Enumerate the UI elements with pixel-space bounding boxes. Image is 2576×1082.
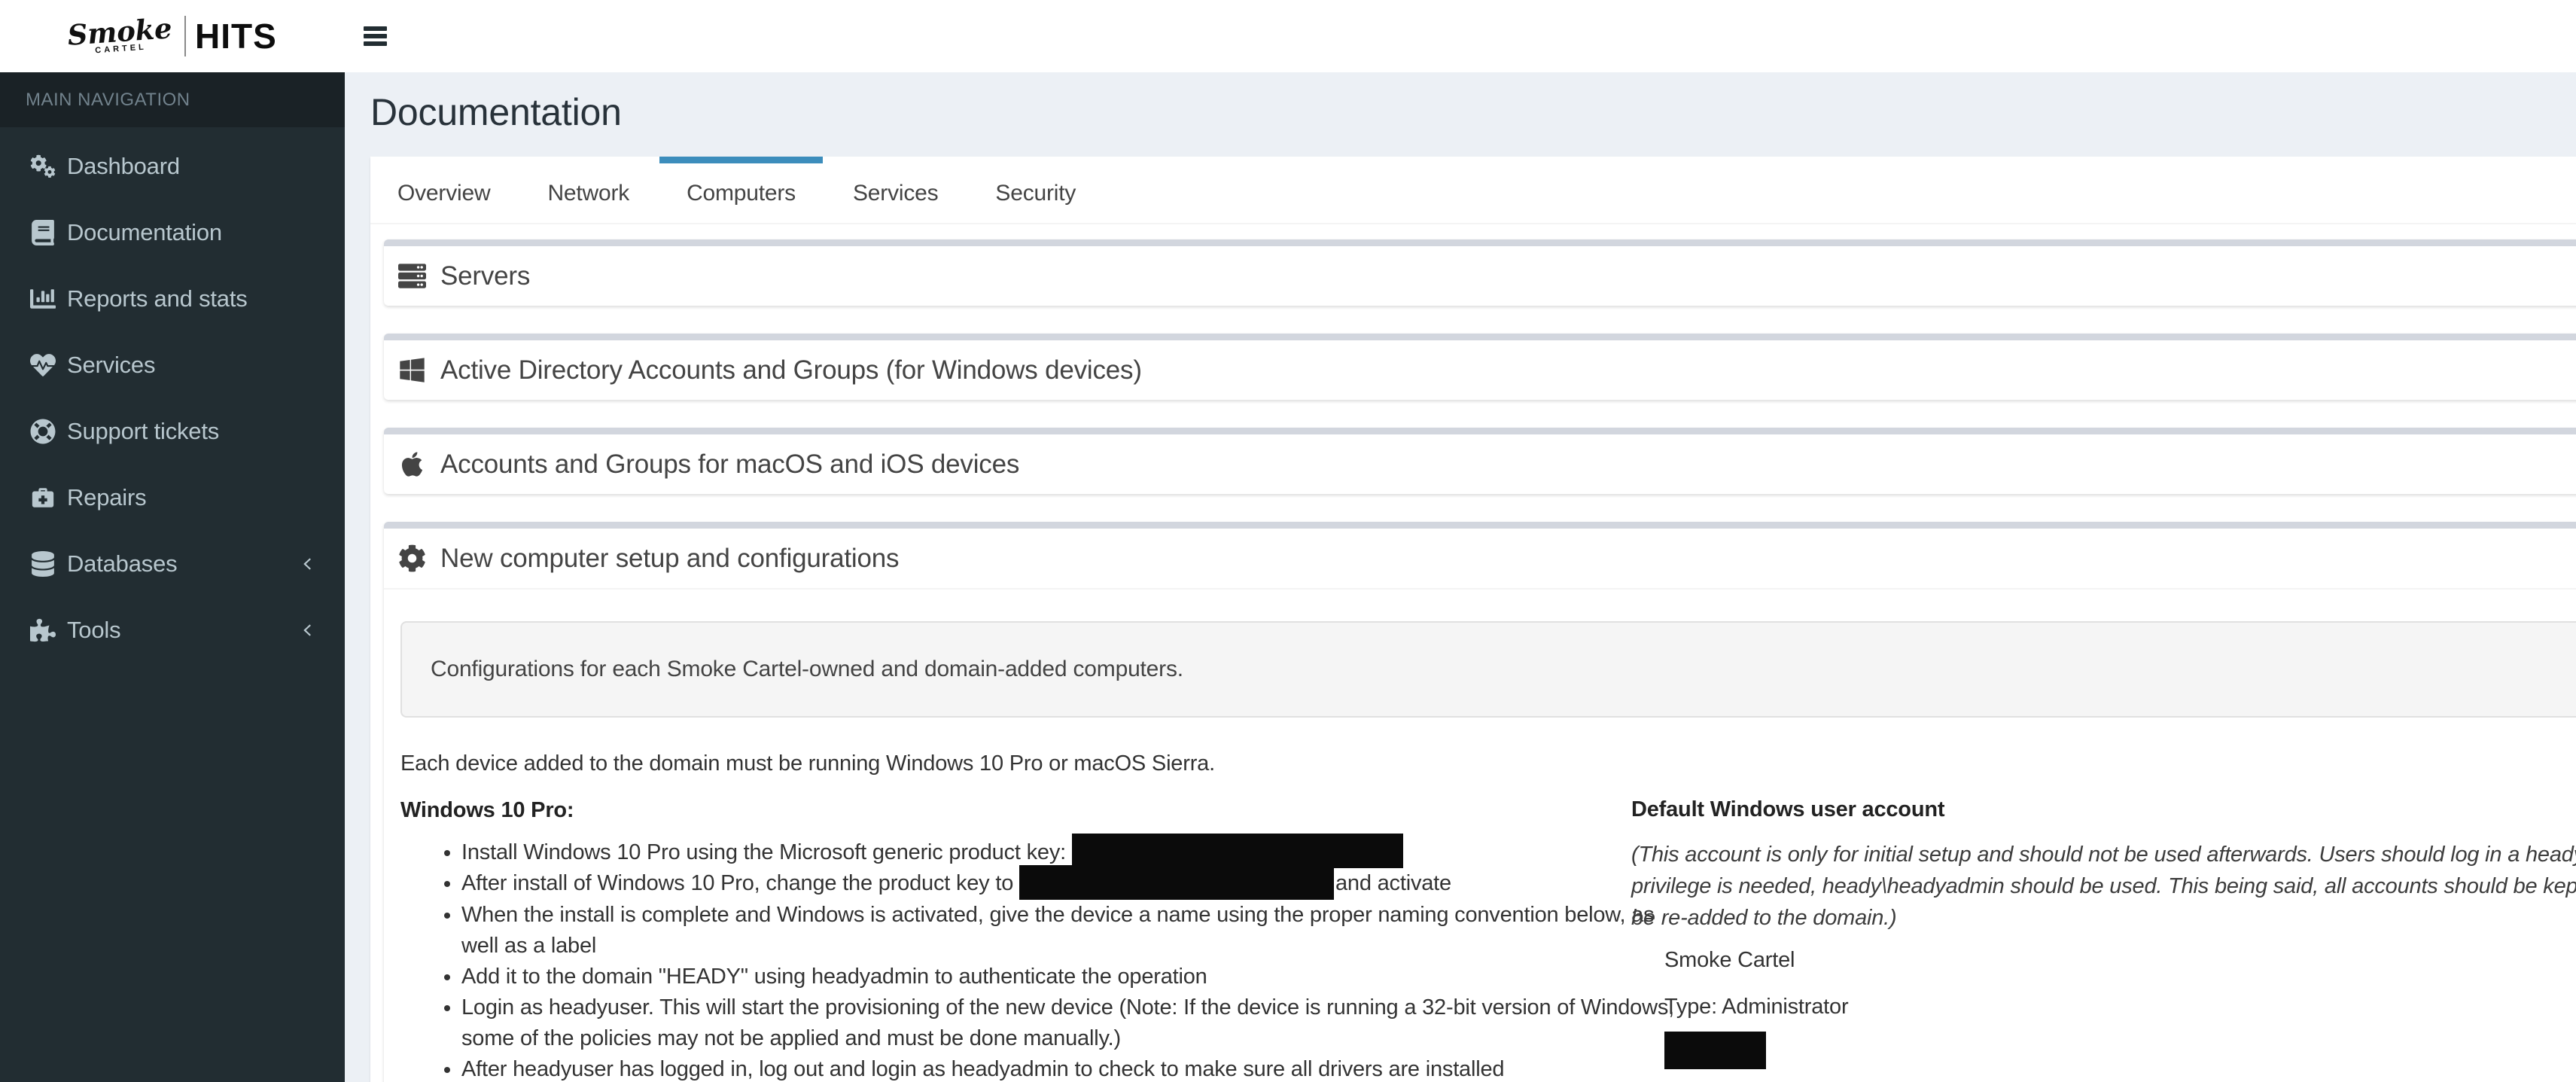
chevron-left-icon	[300, 556, 316, 572]
panel-title: Active Directory Accounts and Groups (fo…	[440, 355, 1142, 386]
sidebar: MAIN NAVIGATION Dashboard Documentation …	[0, 72, 345, 1082]
config-callout: Configurations for each Smoke Cartel-own…	[400, 621, 2576, 718]
app-logo[interactable]: Smoke CARTEL HITS	[0, 0, 345, 72]
setup-step-1: Install Windows 10 Pro using the Microso…	[461, 837, 1631, 868]
apple-icon	[398, 450, 426, 478]
sidebar-item-documentation[interactable]: Documentation	[0, 200, 345, 266]
panel-servers: Servers	[384, 239, 2576, 306]
panel-new-computer-setup: New computer setup and configurations Co…	[384, 522, 2576, 1082]
sidebar-menu: Dashboard Documentation Reports and stat…	[0, 127, 345, 663]
panel-new-computer-setup-body: Configurations for each Smoke Cartel-own…	[384, 588, 2576, 1082]
step-text: and activate	[1335, 871, 1451, 895]
sidebar-item-label: Documentation	[67, 219, 222, 246]
default-account-column: Default Windows user account (This accou…	[1631, 748, 2576, 1082]
account-name: Smoke Cartel	[1664, 944, 2576, 976]
account-type: Type: Administrator	[1664, 991, 2576, 1023]
life-ring-icon	[26, 419, 59, 444]
cog-icon	[398, 544, 426, 572]
bar-chart-icon	[26, 286, 59, 312]
brand: Smoke CARTEL HITS	[68, 16, 277, 56]
setup-step-2: After install of Windows 10 Pro, change …	[461, 868, 1631, 899]
server-icon	[398, 262, 426, 290]
panel-new-computer-setup-header[interactable]: New computer setup and configurations	[384, 529, 2576, 588]
tab-services[interactable]: Services	[826, 157, 965, 223]
database-icon	[26, 551, 59, 577]
sidebar-item-services[interactable]: Services	[0, 332, 345, 398]
default-account-heading: Default Windows user account	[1631, 794, 2576, 825]
sidebar-item-databases[interactable]: Databases	[0, 531, 345, 597]
smoke-cartel-logo: Smoke CARTEL	[67, 15, 174, 57]
tab-security[interactable]: Security	[968, 157, 1103, 223]
book-icon	[26, 220, 59, 245]
hamburger-bar	[364, 26, 387, 31]
sidebar-item-label: Support tickets	[67, 418, 219, 445]
redacted-product-key	[1072, 834, 1403, 868]
documentation-tab-container: Overview Network Computers Services Secu…	[370, 157, 2576, 1082]
heartbeat-icon	[26, 352, 59, 378]
sidebar-toggle-hamburger-icon[interactable]	[364, 21, 394, 51]
brand-main-text: HITS	[195, 16, 277, 56]
tab-overview[interactable]: Overview	[370, 157, 517, 223]
windows-icon	[398, 356, 426, 384]
puzzle-icon	[26, 617, 59, 643]
page-title: Documentation	[370, 90, 2576, 134]
tab-content-computers: Servers Active Directory Accounts and Gr…	[370, 224, 2576, 1082]
default-account-note: (This account is only for initial setup …	[1631, 839, 2576, 934]
step-text: Install Windows 10 Pro using the Microso…	[461, 840, 1072, 864]
setup-step-4: Add it to the domain "HEADY" using heady…	[461, 962, 1631, 992]
hamburger-bar	[364, 34, 387, 38]
chevron-left-icon	[300, 622, 316, 639]
top-header: Smoke CARTEL HITS	[0, 0, 2576, 72]
setup-columns: Each device added to the domain must be …	[400, 748, 2576, 1082]
gears-icon	[26, 154, 59, 179]
redacted-product-key	[1019, 865, 1334, 900]
panel-title: Servers	[440, 261, 530, 291]
sidebar-item-label: Repairs	[67, 484, 146, 511]
panel-macos-accounts-header[interactable]: Accounts and Groups for macOS and iOS de…	[384, 434, 2576, 494]
content-header: Documentation	[345, 72, 2576, 134]
sidebar-item-repairs[interactable]: Repairs	[0, 465, 345, 531]
brand-script-text: Smoke	[67, 15, 173, 48]
sidebar-item-reports[interactable]: Reports and stats	[0, 266, 345, 332]
main-content: Documentation Overview Network Computers…	[345, 72, 2576, 1082]
device-requirement-text: Each device added to the domain must be …	[400, 748, 1631, 779]
sidebar-item-dashboard[interactable]: Dashboard	[0, 133, 345, 200]
panel-macos-accounts: Accounts and Groups for macOS and iOS de…	[384, 428, 2576, 494]
panel-title: New computer setup and configurations	[440, 544, 899, 574]
redacted-password	[1664, 1032, 1766, 1069]
tab-bar: Overview Network Computers Services Secu…	[370, 157, 2576, 224]
sidebar-item-support-tickets[interactable]: Support tickets	[0, 398, 345, 465]
step-text: After install of Windows 10 Pro, change …	[461, 871, 1019, 895]
sidebar-item-label: Services	[67, 352, 155, 379]
setup-step-3: When the install is complete and Windows…	[461, 900, 1631, 962]
sidebar-item-label: Dashboard	[67, 153, 180, 180]
panel-active-directory-header[interactable]: Active Directory Accounts and Groups (fo…	[384, 340, 2576, 400]
sidebar-item-tools[interactable]: Tools	[0, 597, 345, 663]
hamburger-bar	[364, 41, 387, 46]
panel-active-directory: Active Directory Accounts and Groups (fo…	[384, 334, 2576, 400]
brand-divider	[184, 16, 186, 56]
windows-setup-steps: Install Windows 10 Pro using the Microso…	[400, 837, 1631, 1082]
sidebar-item-label: Reports and stats	[67, 285, 248, 312]
panel-title: Accounts and Groups for macOS and iOS de…	[440, 450, 1019, 480]
sidebar-section-label: MAIN NAVIGATION	[0, 72, 345, 127]
sidebar-item-label: Tools	[67, 617, 120, 644]
panel-servers-header[interactable]: Servers	[384, 246, 2576, 306]
note-line: privilege is needed, heady\headyadmin sh…	[1631, 870, 2576, 902]
setup-step-6: After headyuser has logged in, log out a…	[461, 1054, 1631, 1082]
windows-10-pro-heading: Windows 10 Pro:	[400, 794, 1631, 826]
config-callout-text: Configurations for each Smoke Cartel-own…	[431, 657, 1183, 681]
note-line: (This account is only for initial setup …	[1631, 839, 2576, 870]
windows-setup-column: Each device added to the domain must be …	[400, 748, 1631, 1082]
tab-computers[interactable]: Computers	[659, 157, 823, 223]
tab-network[interactable]: Network	[520, 157, 656, 223]
setup-step-5: Login as headyuser. This will start the …	[461, 992, 1631, 1054]
sidebar-item-label: Databases	[67, 550, 177, 578]
medkit-icon	[26, 485, 59, 511]
note-line: be re-added to the domain.)	[1631, 902, 2576, 934]
